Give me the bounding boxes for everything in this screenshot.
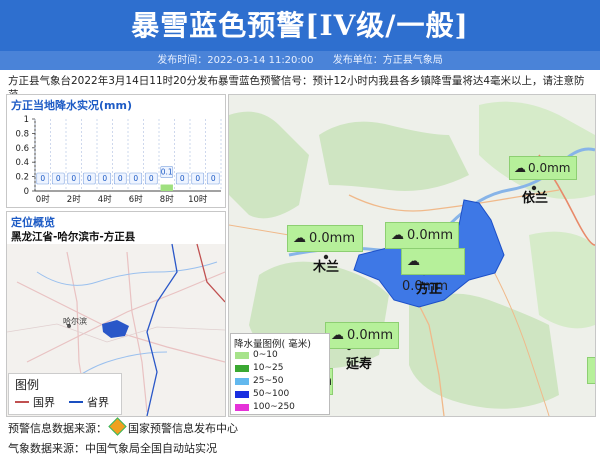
x-tick-label: 2时 <box>67 194 81 205</box>
data-label: 0 <box>149 174 154 183</box>
rain-swatch <box>235 390 249 398</box>
data-label: 0 <box>211 174 216 183</box>
rain-legend-item: 10~25 <box>235 363 283 373</box>
rain-legend-label: 100~250 <box>253 402 295 412</box>
y-tick-label: 1 <box>24 115 29 125</box>
y-tick-label: 0 <box>24 187 29 197</box>
station-value: 0.0mm <box>309 231 356 246</box>
legend-label: 省界 <box>87 396 109 409</box>
x-tick-label: 8时 <box>160 194 174 205</box>
data-label: 0 <box>180 174 185 183</box>
data-label: 0 <box>87 174 92 183</box>
station-badge-yanshou[interactable]: ☁ 0.0mm <box>325 322 399 349</box>
precipitation-chart: 1 0.8 0.6 0.4 0.2 0 0 0 0 0 0 0 0 0 0.1 0 0 0 0时 2时 4时 6时 8时 10… <box>15 115 222 205</box>
snow-cloud-icon: ☁ <box>293 231 306 246</box>
data-label: 0 <box>118 174 123 183</box>
data-label: 0 <box>71 174 76 183</box>
station-value: 0.0mm <box>407 228 454 243</box>
station-label-yanshou: 延寿 <box>346 357 373 372</box>
data-label: 0 <box>56 174 61 183</box>
station-badge-yilan[interactable]: ☁ 0.0mm <box>509 156 577 180</box>
rain-legend-label: 25~50 <box>253 376 284 386</box>
rain-legend-item: 50~100 <box>235 389 289 399</box>
y-tick-label: 0.2 <box>15 173 29 183</box>
x-tick-label: 10时 <box>188 194 208 205</box>
rain-legend-label: 50~100 <box>253 389 290 399</box>
x-tick-label: 0时 <box>36 194 50 205</box>
rain-legend-label: 10~25 <box>253 363 284 373</box>
county-label-fangzheng: 方正 <box>416 282 443 297</box>
legend-item-provincial: 省界 <box>69 394 109 410</box>
rain-swatch <box>235 364 249 372</box>
warning-source-line: 预警信息数据来源： 国家预警信息发布中心 <box>8 417 238 436</box>
station-badge-fangzheng[interactable]: ☁0.0mm <box>401 248 465 294</box>
station-badge-tonghe[interactable]: ☁ 0.0mm <box>385 222 459 249</box>
snow-cloud-icon: ☁ <box>514 161 526 175</box>
snow-cloud-icon: ☁ <box>407 254 420 269</box>
data-label: 0 <box>195 174 200 183</box>
station-value: 0.0mm <box>528 161 571 175</box>
data-label: 0 <box>40 174 45 183</box>
warning-center-logo-icon <box>108 417 127 436</box>
data-label: 0.1 <box>161 168 173 177</box>
weather-source-line: 气象数据来源：中国气象局全国自动站实况 <box>8 442 217 455</box>
y-tick-label: 0.6 <box>15 144 29 154</box>
rain-legend-item: 0~10 <box>235 350 278 360</box>
rain-legend: 降水量图例( 毫米) 0~10 10~25 25~50 50~100 100~2… <box>230 333 330 415</box>
precipitation-chart-panel: 方正当地降水实况(mm) 1 0.8 0.6 0.4 0.2 0 0 0 0 0 0 0 0 0 0.1 0 0… <box>6 94 226 208</box>
warning-header: 暴雪蓝色预警[IV级/一般] 发布时间：2022-03-14 11:20:00 … <box>0 0 600 70</box>
data-label: 0 <box>102 174 107 183</box>
rain-swatch <box>235 377 249 385</box>
precip-bar <box>160 184 173 191</box>
station-badge-edge[interactable] <box>587 357 595 384</box>
snow-cloud-icon: ☁ <box>331 328 344 343</box>
y-tick-label: 0.8 <box>15 129 29 139</box>
national-border-swatch <box>15 401 29 403</box>
x-tick-label: 6时 <box>129 194 143 205</box>
x-tick-label: 4时 <box>98 194 112 205</box>
station-label-yilan: 依兰 <box>522 191 549 206</box>
data-label: 0 <box>133 174 138 183</box>
boundary-legend: 图例 国界 省界 <box>8 373 122 415</box>
publish-time: 发布时间：2022-03-14 11:20:00 <box>157 55 314 66</box>
rain-swatch <box>235 351 249 359</box>
station-badge-mulan[interactable]: ☁ 0.0mm <box>287 225 363 252</box>
boundary-legend-title: 图例 <box>15 378 40 392</box>
rain-legend-label: 0~10 <box>253 350 278 360</box>
rain-legend-title: 降水量图例( 毫米) <box>234 339 311 350</box>
rain-swatch <box>235 403 249 411</box>
legend-item-national: 国界 <box>15 394 55 410</box>
rain-legend-item: 25~50 <box>235 376 283 386</box>
warning-meta: 发布时间：2022-03-14 11:20:00 发布单位：方正县气象局 <box>0 51 600 70</box>
snow-cloud-icon: ☁ <box>391 228 404 243</box>
province-border-swatch <box>69 401 83 403</box>
city-label-harbin: 哈尔滨 <box>63 317 87 326</box>
rain-legend-item: 100~250 <box>235 402 295 412</box>
station-label-mulan: 木兰 <box>313 260 340 275</box>
y-tick-label: 0.4 <box>15 158 29 168</box>
warning-source[interactable]: 国家预警信息发布中心 <box>128 422 238 435</box>
legend-label: 国界 <box>33 396 55 409</box>
publisher: 发布单位：方正县气象局 <box>332 55 443 66</box>
warning-title: 暴雪蓝色预警[IV级/一般] <box>131 9 469 42</box>
warning-source-label: 预警信息数据来源： <box>8 422 107 435</box>
station-value: 0.0mm <box>347 328 394 343</box>
